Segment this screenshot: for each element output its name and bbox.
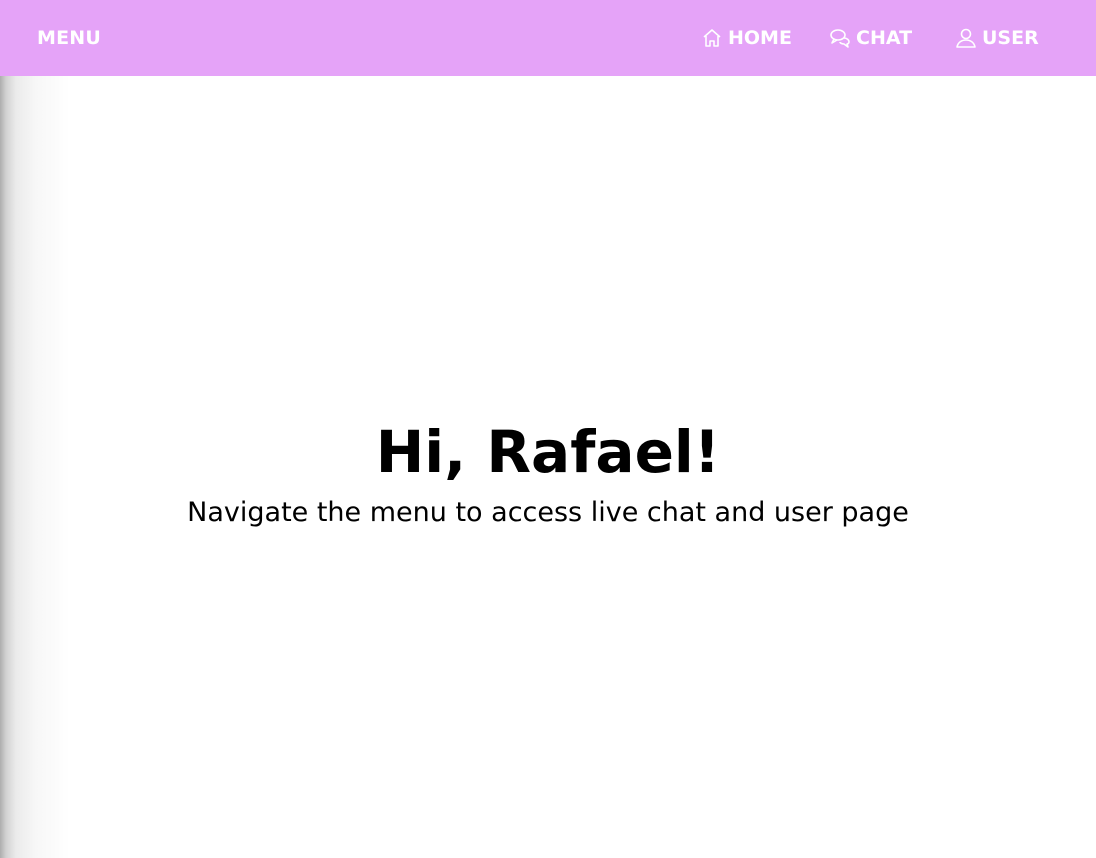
greeting-subtitle: Navigate the menu to access live chat an…: [187, 497, 909, 528]
page: MENU HOME CHAT USER Hi, Rafael! Navigate…: [0, 0, 1096, 858]
menu-button[interactable]: MENU: [37, 27, 101, 49]
nav-home-label: HOME: [728, 27, 792, 49]
nav-home-link[interactable]: HOME: [701, 25, 792, 51]
home-icon: [701, 27, 723, 49]
nav-user-link[interactable]: USER: [955, 25, 1039, 51]
nav-user-label: USER: [982, 27, 1039, 49]
greeting-heading: Hi, Rafael!: [375, 418, 721, 486]
chat-icon: [829, 27, 851, 49]
top-navbar: MENU HOME CHAT USER: [0, 0, 1096, 76]
user-icon: [955, 27, 977, 49]
sidebar-edge-shadow: [0, 76, 70, 858]
nav-chat-label: CHAT: [856, 27, 913, 49]
nav-chat-link[interactable]: CHAT: [829, 25, 912, 51]
